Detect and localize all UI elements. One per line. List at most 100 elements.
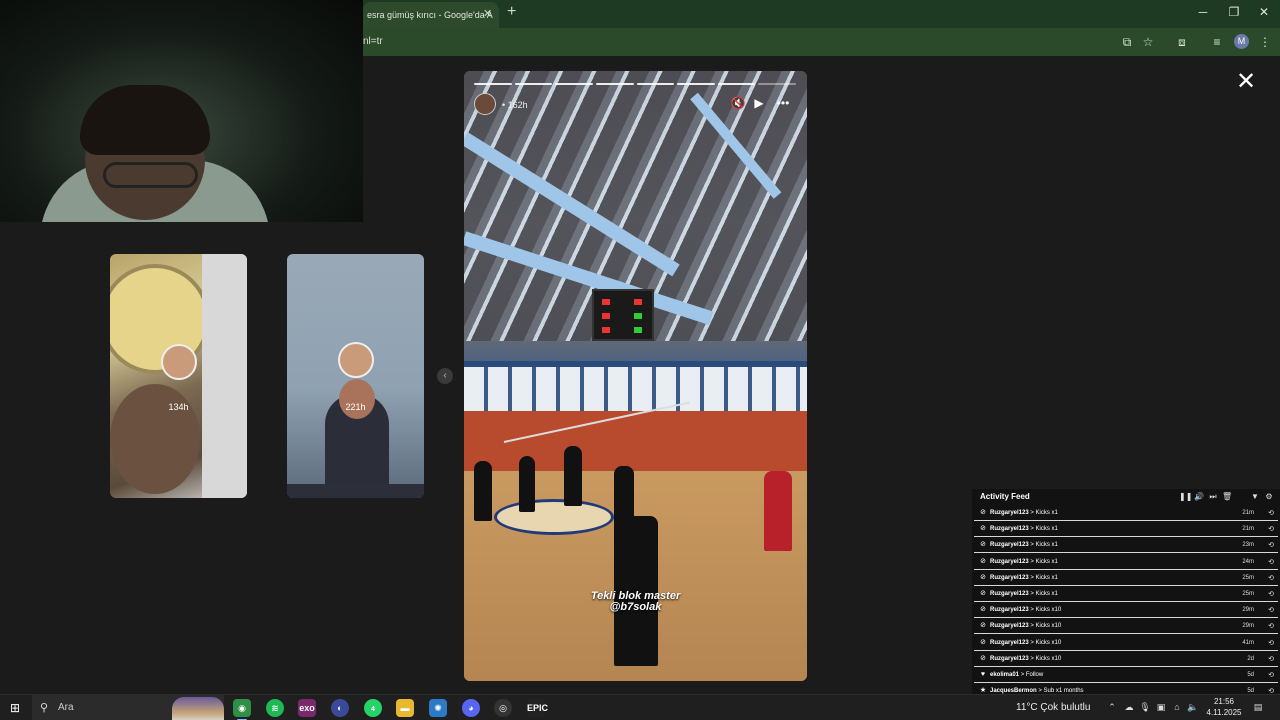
story-image-player — [519, 456, 535, 512]
minimize-icon[interactable]: ─ — [1193, 5, 1213, 19]
browser-menu-icon[interactable]: ⋮ — [1257, 35, 1273, 49]
feed-row-separator: > — [1028, 623, 1036, 630]
feed-row-username: Ruzgaryel123 — [990, 623, 1029, 630]
install-app-icon[interactable]: ⧉ — [1119, 35, 1135, 50]
weather-widget[interactable]: 11°C Çok bulutlu — [1016, 702, 1090, 713]
taskbar-search-box[interactable]: ⚲ Ara — [32, 695, 224, 720]
taskbar-clock[interactable]: 21:56 4.11.2025 — [1200, 696, 1248, 718]
replay-icon[interactable]: ⟲ — [1268, 541, 1274, 549]
story-caption: Tekli blok master @b7solak — [464, 591, 807, 613]
spotify-icon[interactable]: ≋ — [266, 699, 284, 717]
active-story[interactable]: Tekli blok master @b7solak • 162h 🔇 ▶ ••… — [464, 71, 807, 681]
microphone-icon[interactable]: 🎙 — [1139, 702, 1151, 713]
close-icon[interactable]: ✕ — [1236, 70, 1256, 94]
replay-icon[interactable]: ⟲ — [1268, 590, 1274, 598]
new-tab-icon[interactable]: + — [507, 3, 516, 21]
replay-icon[interactable]: ⟲ — [1268, 525, 1274, 533]
discord-icon[interactable]: ◕ — [462, 699, 480, 717]
story-progress-bar — [474, 83, 796, 85]
previous-story-card[interactable]: 134h — [110, 254, 247, 498]
activity-feed-row[interactable]: ⊘ Ruzgaryel123 > Kicks x10 29m ⟲ — [974, 603, 1278, 619]
activity-feed-row[interactable]: ⊘ Ruzgaryel123 > Kicks x1 25m ⟲ — [974, 587, 1278, 602]
story-progress-segment — [474, 83, 512, 85]
story-user-avatar[interactable] — [474, 93, 496, 115]
gear-icon[interactable]: ⚙ — [1264, 492, 1274, 501]
window-close-icon[interactable]: ✕ — [1254, 5, 1274, 19]
story-thumbnail-strip — [287, 484, 424, 498]
scoreboard-digit — [634, 313, 642, 319]
feed-row-time: 29m — [1242, 607, 1254, 614]
bookmark-star-icon[interactable]: ☆ — [1140, 35, 1156, 49]
story-progress-segment — [717, 83, 756, 85]
chevron-left-icon[interactable]: ‹ — [437, 368, 453, 384]
replay-icon[interactable]: ⟲ — [1268, 606, 1274, 614]
replay-icon[interactable]: ⟲ — [1268, 622, 1274, 630]
mute-icon[interactable]: 🔇 — [730, 96, 746, 110]
app-icon[interactable]: ✺ — [429, 699, 447, 717]
whatsapp-icon[interactable]: 4 — [364, 699, 382, 717]
feed-row-separator: > — [1028, 591, 1036, 597]
extensions-icon[interactable]: ⧈ — [1174, 35, 1190, 50]
more-options-icon[interactable]: ••• — [775, 96, 791, 110]
browser-tab[interactable]: esra gümüş kırıcı - Google'da A ✕ — [363, 2, 499, 28]
chevron-up-icon[interactable]: ⌃ — [1106, 702, 1118, 713]
filter-icon[interactable]: ▼ — [1250, 492, 1260, 501]
exodus-icon[interactable]: exo — [298, 699, 316, 717]
activity-feed-row[interactable]: ⊘ Ruzgaryel123 > Kicks x1 24m ⟲ — [974, 555, 1278, 570]
windows-start-icon[interactable]: ⊞ — [8, 701, 22, 715]
feed-row-time: 29m — [1242, 623, 1254, 630]
trash-icon[interactable]: 🗑 — [1222, 492, 1232, 501]
file-explorer-icon[interactable]: ▬ — [396, 699, 414, 717]
kick-icon: ⊘ — [980, 541, 986, 549]
story-progress-segment — [514, 83, 553, 85]
skip-icon[interactable]: ⏭ — [1208, 492, 1218, 502]
obs-icon[interactable]: ◎ — [494, 699, 512, 717]
previous-story-card[interactable]: 221h — [287, 254, 424, 498]
profile-avatar[interactable]: M — [1234, 34, 1249, 49]
activity-feed-row[interactable]: ⊘ Ruzgaryel123 > Kicks x1 25m ⟲ — [974, 571, 1278, 586]
replay-icon[interactable]: ⟲ — [1268, 509, 1274, 517]
feed-row-username: Ruzgaryel123 — [990, 526, 1029, 533]
kick-icon: ⊘ — [980, 525, 986, 533]
feed-row-separator: > — [1028, 639, 1036, 646]
activity-feed-row[interactable]: ⊘ Ruzgaryel123 > Kicks x1 21m ⟲ — [974, 522, 1278, 538]
epic-games-icon[interactable]: EPIC — [527, 699, 548, 717]
pause-icon[interactable]: ❚❚ — [1179, 492, 1192, 501]
activity-feed-row[interactable]: ⊘ Ruzgaryel123 > Kicks x10 29m ⟲ — [974, 619, 1278, 635]
feed-row-event: Kicks x1 — [1035, 510, 1058, 516]
whatsapp-badge: 4 — [371, 706, 375, 713]
restore-icon[interactable]: ❐ — [1224, 5, 1244, 19]
activity-feed-row[interactable]: ⊘ Ruzgaryel123 > Kicks x1 23m ⟲ — [974, 538, 1278, 554]
notifications-icon[interactable]: ▤ — [1252, 702, 1264, 713]
play-icon[interactable]: ▶ — [751, 96, 767, 110]
replay-icon[interactable]: ⟲ — [1268, 639, 1274, 647]
replay-icon[interactable]: ⟲ — [1268, 558, 1274, 566]
scoreboard-digit — [634, 327, 642, 333]
media-control-icon[interactable]: ≡ — [1209, 35, 1225, 49]
replay-icon[interactable]: ⟲ — [1268, 655, 1274, 663]
clock-date: 4.11.2025 — [1206, 708, 1242, 717]
network-icon[interactable]: ⌂ — [1171, 702, 1183, 712]
story-time: 221h — [345, 402, 366, 412]
replay-icon[interactable]: ⟲ — [1268, 574, 1274, 582]
speaker-icon[interactable]: 🔈 — [1187, 702, 1199, 713]
volume-icon[interactable]: 🔊 — [1194, 492, 1204, 501]
activity-feed-row[interactable]: ⊘ Ruzgaryel123 > Kicks x10 2d ⟲ — [974, 652, 1278, 667]
feed-row-event: Kicks x10 — [1035, 607, 1062, 614]
windows-taskbar: ⊞ ⚲ Ara ◉ ≋ exo ◐ 4 ▬ ✺ ◕ ◎ EPIC 11°C Ço… — [0, 694, 1280, 720]
chrome-icon[interactable]: ◉ — [233, 699, 251, 720]
search-highlight-image — [172, 697, 224, 720]
app-icon[interactable]: ◐ — [331, 699, 349, 717]
url-field[interactable]: nl=tr — [363, 36, 383, 47]
tab-close-icon[interactable]: ✕ — [483, 7, 492, 20]
replay-icon[interactable]: ⟲ — [1268, 671, 1274, 679]
activity-feed-row[interactable]: ⊘ Ruzgaryel123 > Kicks x1 21m ⟲ — [974, 506, 1278, 521]
feed-row-separator: > — [1028, 574, 1036, 581]
activity-feed-row[interactable]: ⊘ Ruzgaryel123 > Kicks x10 41m ⟲ — [974, 636, 1278, 651]
feed-row-text: ekolima01 > Follow — [990, 672, 1043, 678]
cloud-icon[interactable]: ☁ — [1123, 702, 1135, 713]
display-icon[interactable]: ▣ — [1155, 702, 1167, 713]
feed-row-text: Ruzgaryel123 > Kicks x1 — [990, 575, 1058, 581]
activity-feed-row[interactable]: ♥ ekolima01 > Follow 5d ⟲ — [974, 668, 1278, 683]
feed-row-separator: > — [1019, 672, 1026, 678]
